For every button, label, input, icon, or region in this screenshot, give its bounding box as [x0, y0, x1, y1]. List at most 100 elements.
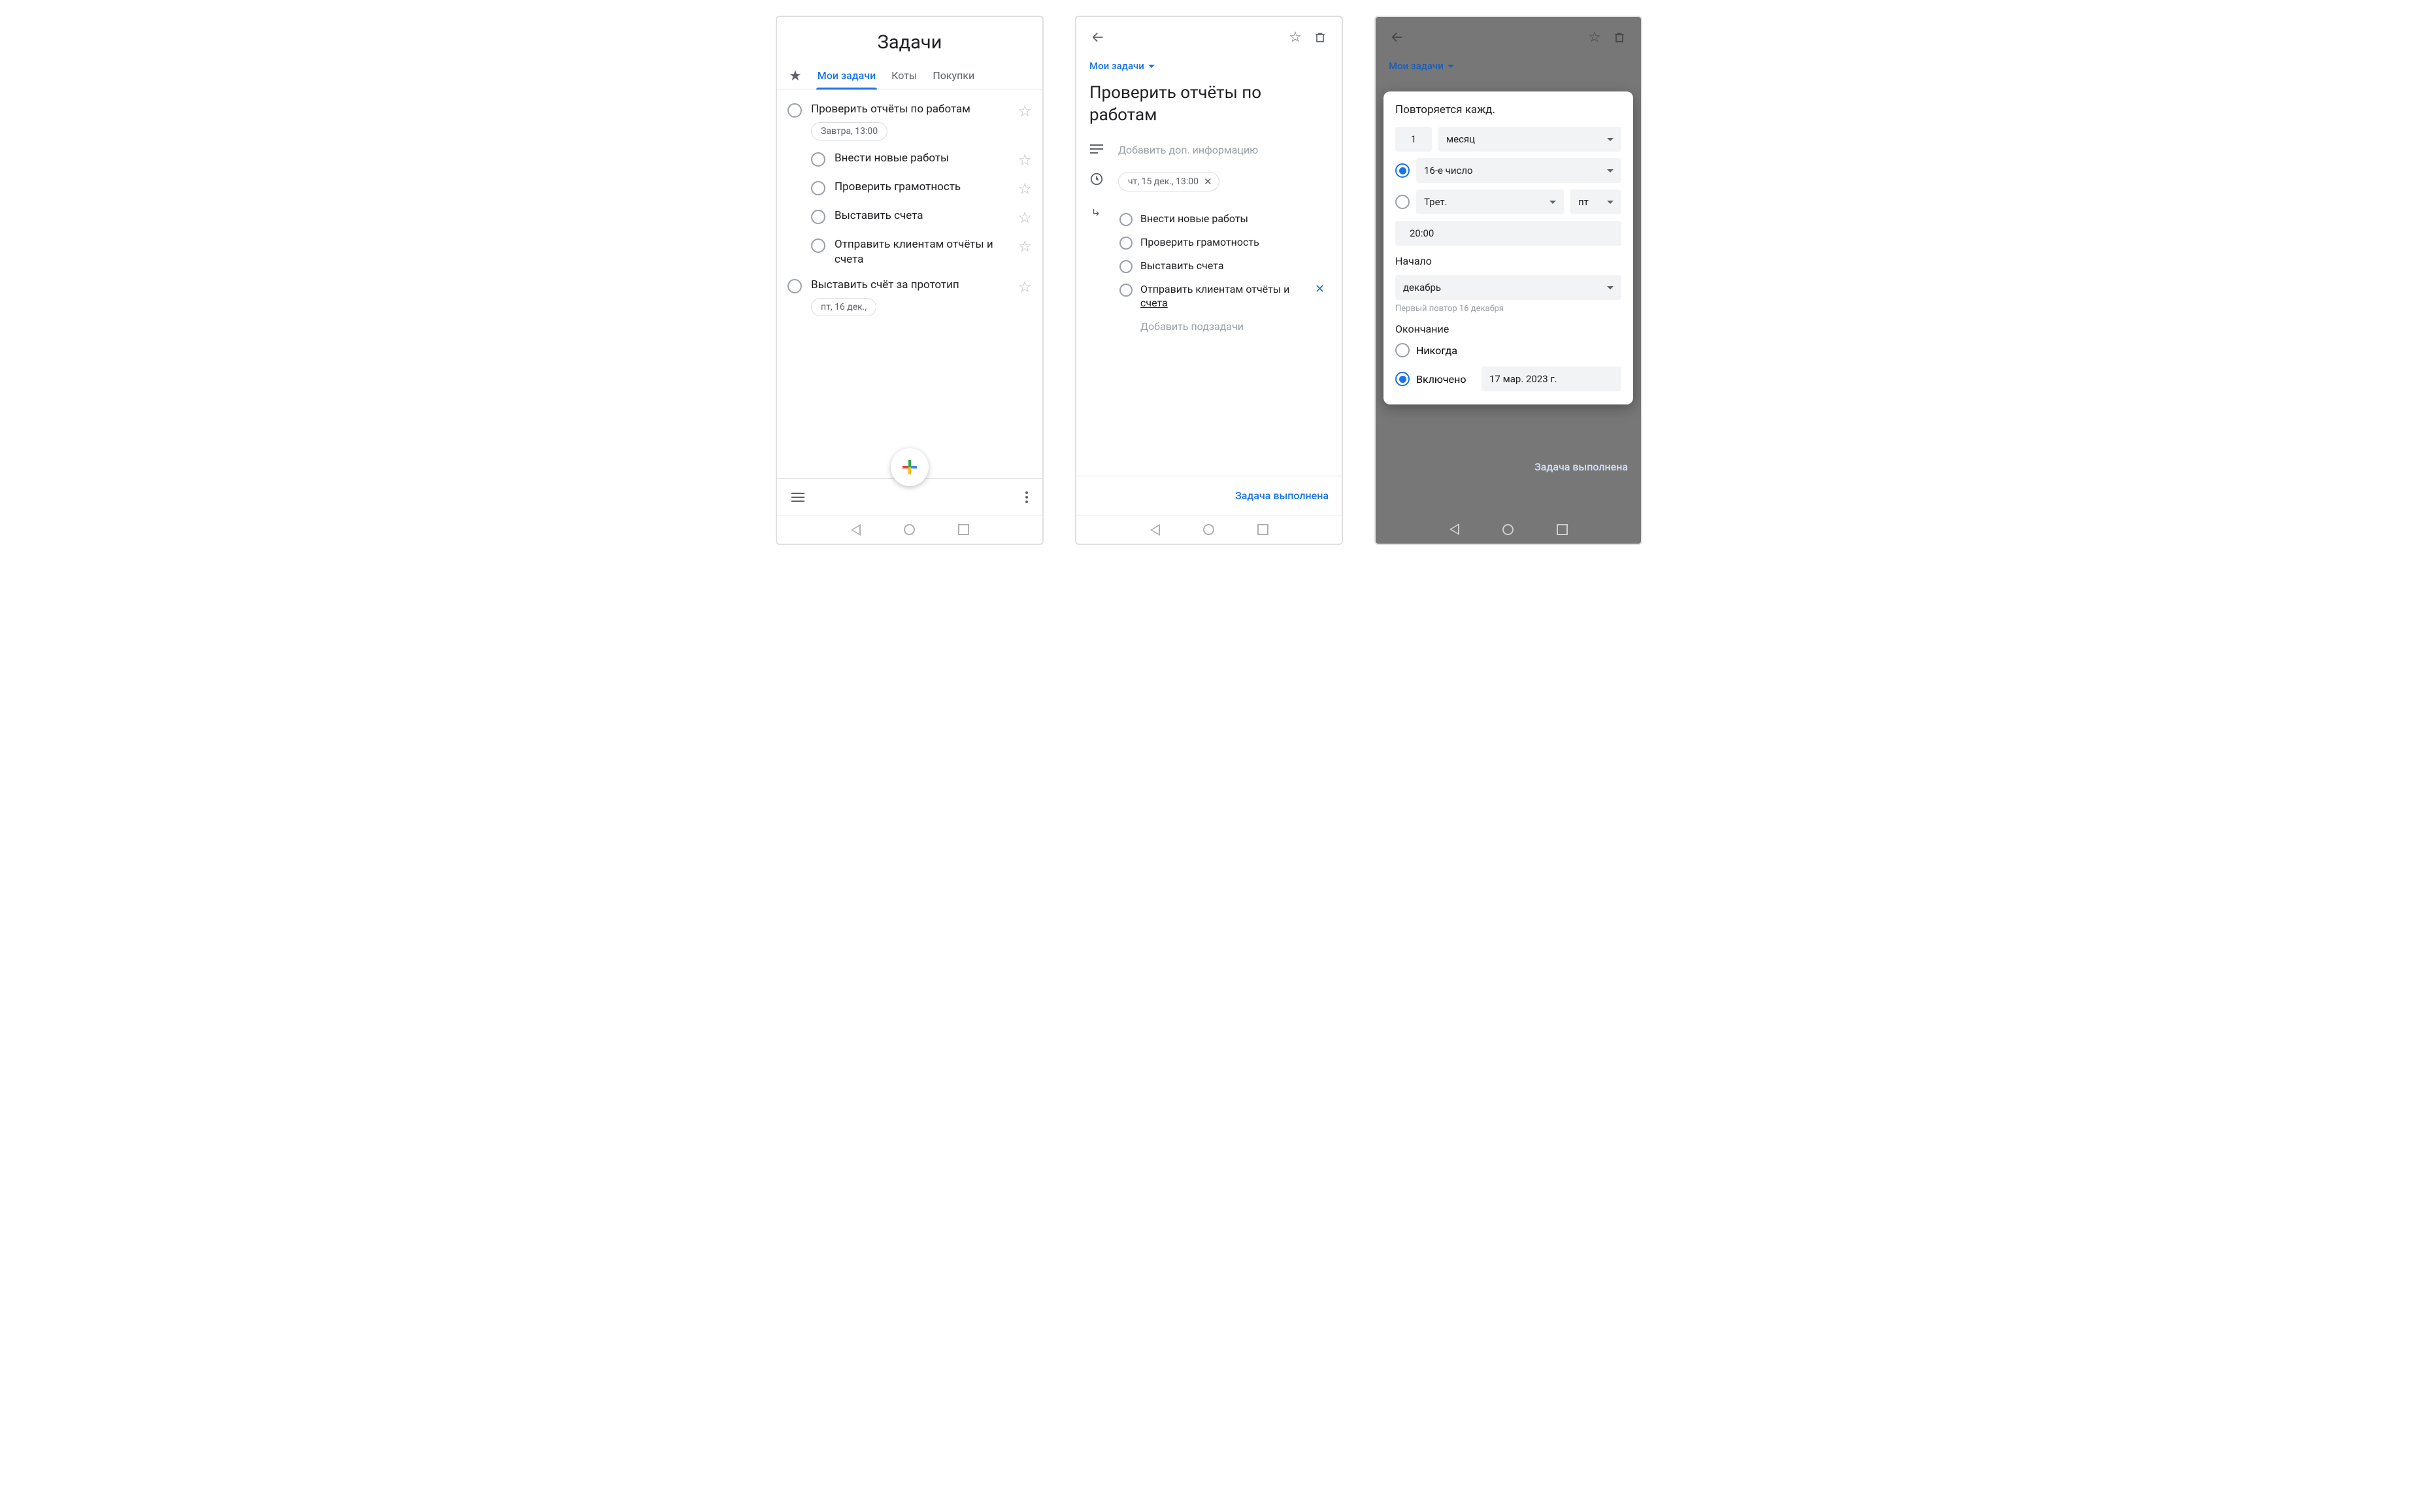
android-navbar — [1076, 515, 1342, 544]
tab-shopping[interactable]: Покупки — [933, 63, 974, 90]
star-outline-icon[interactable]: ☆ — [1018, 278, 1032, 296]
subtask-item[interactable]: Внести новые работы — [1119, 207, 1329, 231]
subtask-text: Внести новые работы — [1140, 212, 1329, 226]
subtask-row[interactable]: Отправить клиентам отчёты и счета ☆ — [777, 231, 1042, 271]
complete-circle-icon[interactable] — [1119, 260, 1133, 273]
nav-home-icon[interactable] — [1203, 524, 1214, 535]
chevron-down-icon — [1607, 169, 1614, 173]
subtask-item[interactable]: Отправить клиентам отчёты и счета ✕ — [1119, 278, 1329, 315]
star-outline-icon[interactable]: ☆ — [1018, 180, 1032, 198]
end-never-label: Никогда — [1416, 344, 1457, 357]
task-row[interactable]: Выставить счёт за прототип пт, 16 дек., … — [777, 271, 1042, 320]
android-navbar — [1376, 515, 1641, 544]
date-row: чт, 15 дек., 13:00 ✕ — [1076, 164, 1342, 199]
task-detail-title[interactable]: Проверить отчёты по работам — [1076, 78, 1342, 136]
chevron-down-icon — [1549, 201, 1556, 204]
subtask-text: Проверить грамотность — [1140, 235, 1329, 250]
task-row[interactable]: Проверить отчёты по работам Завтра, 13:0… — [777, 95, 1042, 144]
list-selector[interactable]: Мои задачи — [1076, 58, 1342, 78]
subtask-row[interactable]: Выставить счета ☆ — [777, 202, 1042, 231]
chevron-down-icon — [1607, 138, 1614, 141]
back-arrow-icon[interactable] — [1089, 29, 1106, 46]
screen-task-detail: ☆ Мои задачи Проверить отчёты по работам… — [1075, 16, 1343, 545]
star-outline-icon[interactable]: ☆ — [1018, 237, 1032, 255]
complete-circle-icon[interactable] — [811, 181, 825, 195]
subtask-text: Отправить клиентам отчёты и счета — [1140, 282, 1307, 310]
nav-back-icon[interactable] — [851, 524, 861, 536]
star-outline-icon[interactable]: ☆ — [1287, 29, 1304, 46]
radio-end-never[interactable] — [1395, 343, 1410, 357]
nav-home-icon[interactable] — [904, 524, 915, 535]
date-chip-text: чт, 15 дек., 13:00 — [1128, 176, 1199, 187]
nav-recent-icon[interactable] — [1557, 524, 1568, 535]
add-subtask-button[interactable]: Добавить подзадачи — [1119, 315, 1329, 333]
complete-circle-icon[interactable] — [811, 152, 825, 167]
clear-date-icon[interactable]: ✕ — [1204, 176, 1212, 188]
subtask-row[interactable]: Внести новые работы ☆ — [777, 144, 1042, 173]
back-arrow-icon — [1389, 29, 1406, 46]
star-outline-icon[interactable]: ☆ — [1018, 208, 1032, 227]
trash-icon — [1611, 29, 1628, 46]
task-list[interactable]: Проверить отчёты по работам Завтра, 13:0… — [777, 90, 1042, 478]
add-task-fab[interactable] — [891, 448, 929, 486]
starred-tab-icon[interactable]: ★ — [789, 68, 802, 84]
repeat-dialog: Повторяется кажд. 1 месяц 16-е число Тре… — [1383, 91, 1633, 404]
first-occurrence-hint: Первый повтор 16 декабря — [1395, 304, 1621, 314]
nav-back-icon[interactable] — [1449, 523, 1459, 535]
time-field[interactable]: 20:00 — [1395, 221, 1621, 246]
ordinal-select[interactable]: Трет. — [1416, 189, 1564, 214]
end-on-label: Включено — [1416, 373, 1475, 386]
notes-placeholder: Добавить доп. информацию — [1118, 144, 1258, 156]
chevron-down-icon — [1607, 201, 1614, 204]
mark-done-button-dimmed: Задача выполнена — [1376, 448, 1641, 486]
mark-done-button[interactable]: Задача выполнена — [1076, 476, 1342, 515]
weekday-select[interactable]: пт — [1570, 189, 1621, 214]
complete-circle-icon[interactable] — [1119, 213, 1133, 226]
complete-circle-icon[interactable] — [811, 238, 825, 253]
radio-day-of-month[interactable] — [1395, 163, 1410, 178]
day-of-month-select[interactable]: 16-е число — [1416, 158, 1621, 183]
dialog-title: Повторяется кажд. — [1395, 103, 1621, 116]
start-month-select[interactable]: декабрь — [1395, 275, 1621, 300]
nav-back-icon[interactable] — [1150, 524, 1160, 536]
subtask-text: Выставить счета — [1140, 259, 1329, 273]
screen-task-list: Задачи ★ Мои задачи Коты Покупки Провери… — [776, 16, 1044, 545]
complete-circle-icon[interactable] — [787, 279, 802, 293]
task-title: Отправить клиентам отчёты и счета — [835, 237, 1008, 267]
complete-circle-icon[interactable] — [1119, 237, 1133, 250]
star-outline-icon[interactable]: ☆ — [1018, 102, 1032, 120]
list-selector-dimmed: Мои задачи — [1376, 58, 1641, 74]
chevron-down-icon — [1607, 286, 1614, 289]
complete-circle-icon[interactable] — [1119, 284, 1133, 297]
radio-end-on[interactable] — [1395, 372, 1410, 386]
task-title: Проверить отчёты по работам — [811, 102, 1008, 117]
nav-recent-icon[interactable] — [1257, 524, 1268, 535]
radio-weekday-ordinal[interactable] — [1395, 195, 1410, 209]
task-title: Проверить грамотность — [835, 180, 1008, 195]
interval-number-field[interactable]: 1 — [1395, 127, 1432, 152]
subtask-item[interactable]: Выставить счета — [1119, 254, 1329, 278]
trash-icon[interactable] — [1312, 29, 1329, 46]
due-chip[interactable]: Завтра, 13:00 — [811, 122, 887, 140]
nav-home-icon[interactable] — [1502, 524, 1514, 535]
subtask-item[interactable]: Проверить грамотность — [1119, 231, 1329, 254]
date-chip[interactable]: чт, 15 дек., 13:00 ✕ — [1118, 172, 1219, 191]
end-date-field[interactable]: 17 мар. 2023 г. — [1482, 367, 1621, 391]
task-title: Внести новые работы — [835, 151, 1008, 166]
nav-recent-icon[interactable] — [958, 524, 969, 535]
star-outline-icon[interactable]: ☆ — [1018, 151, 1032, 169]
remove-subtask-icon[interactable]: ✕ — [1315, 282, 1329, 296]
menu-icon[interactable] — [791, 493, 804, 502]
more-icon[interactable] — [1025, 491, 1028, 503]
subtask-row[interactable]: Проверить грамотность ☆ — [777, 173, 1042, 202]
app-title: Задачи — [777, 17, 1042, 63]
tab-my-tasks[interactable]: Мои задачи — [818, 63, 876, 90]
complete-circle-icon[interactable] — [811, 210, 825, 224]
list-label-text: Мои задачи — [1089, 60, 1144, 72]
tab-cats[interactable]: Коты — [891, 63, 917, 90]
complete-circle-icon[interactable] — [787, 103, 802, 118]
due-chip[interactable]: пт, 16 дек., — [811, 298, 876, 316]
notes-row[interactable]: Добавить доп. информацию — [1076, 136, 1342, 164]
interval-unit-select[interactable]: месяц — [1438, 127, 1621, 152]
task-title: Выставить счета — [835, 208, 1008, 223]
